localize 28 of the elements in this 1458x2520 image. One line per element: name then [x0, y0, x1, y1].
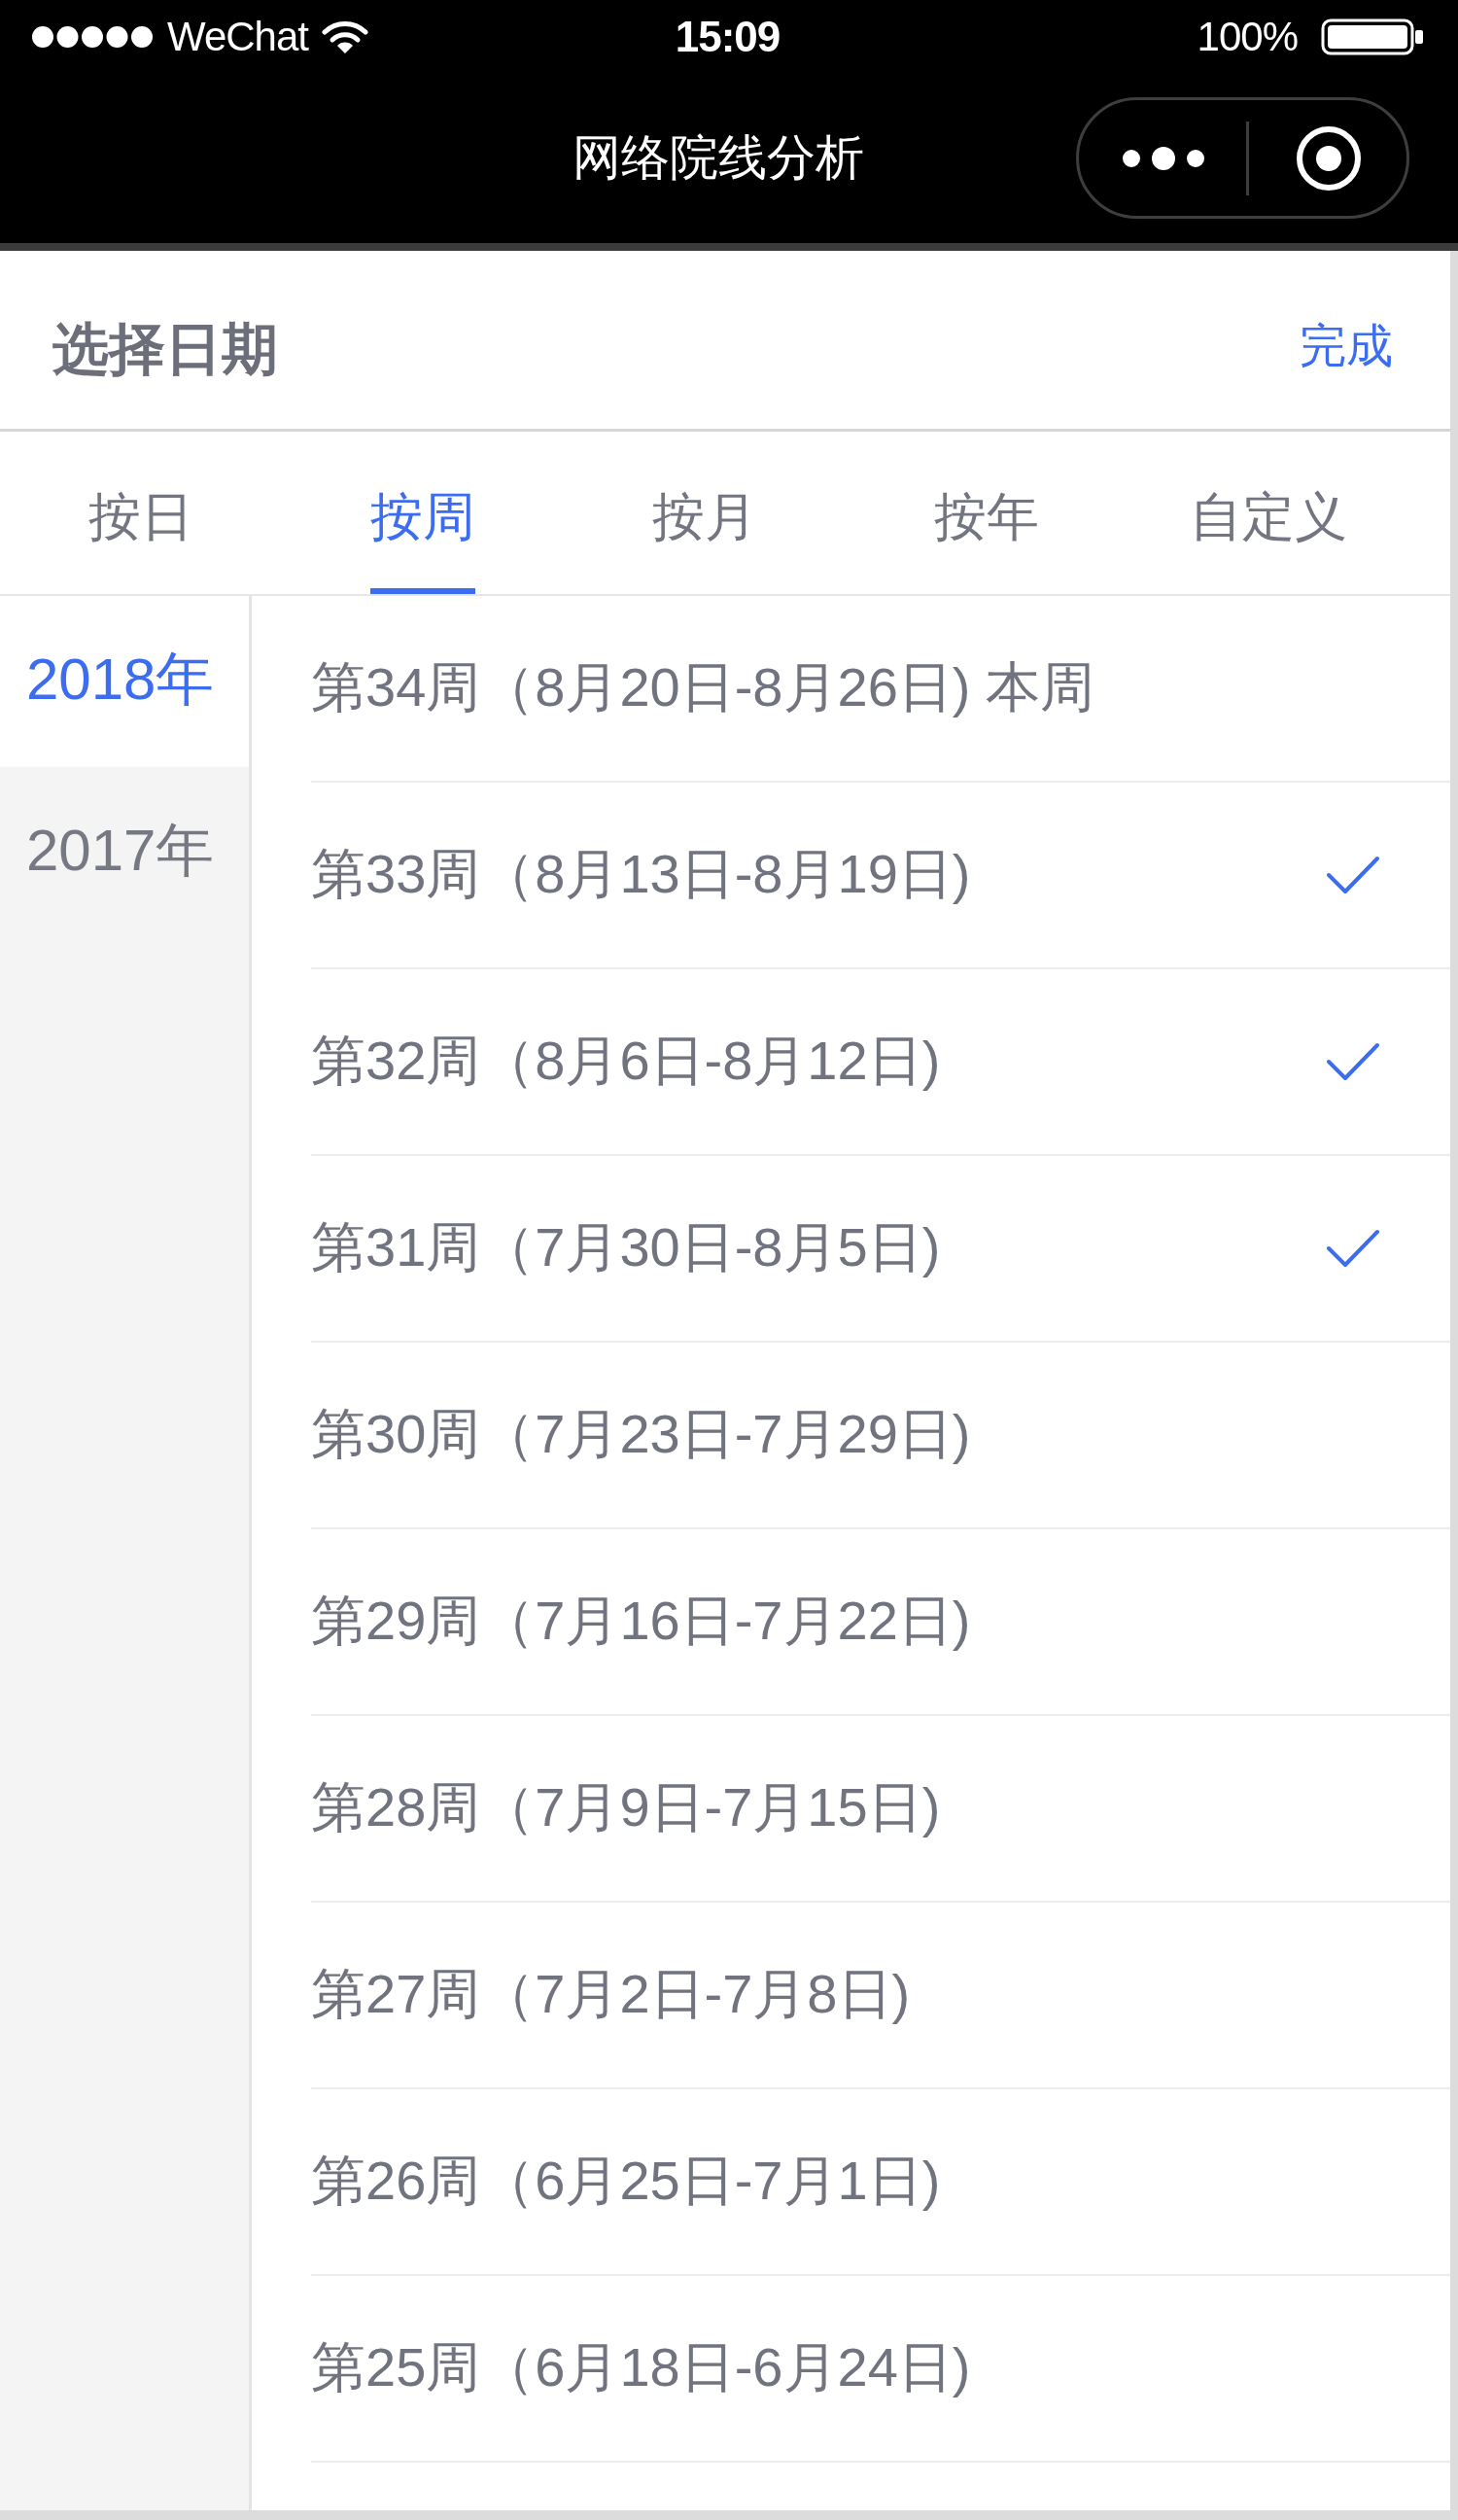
week-item[interactable]: 第30周（7月23日-7月29日)	[311, 1343, 1450, 1529]
week-item[interactable]: 第27周（7月2日-7月8日)	[311, 1903, 1450, 2089]
tab[interactable]: 按月	[652, 432, 757, 594]
week-item[interactable]: 第26周（6月25日-7月1日)	[311, 2089, 1450, 2276]
year-item[interactable]: 2017年	[0, 767, 249, 938]
year-item[interactable]: 2018年	[0, 596, 249, 767]
signal-icon	[31, 24, 154, 49]
page-title: 网络院线分析	[573, 129, 864, 187]
week-item[interactable]: 第28周（7月9日-7月15日)	[311, 1716, 1450, 1903]
tab[interactable]: 按周	[370, 432, 475, 594]
done-button[interactable]: 完成	[1300, 314, 1393, 377]
tab[interactable]: 按年	[934, 432, 1039, 594]
week-item[interactable]: 第33周（8月13日-8月19日)	[311, 783, 1450, 969]
wifi-icon	[321, 18, 368, 54]
more-icon[interactable]	[1122, 145, 1205, 171]
week-item[interactable]: 第25周（6月18日-6月24日)	[311, 2276, 1450, 2463]
week-item[interactable]: 第29周（7月16日-7月22日)	[311, 1529, 1450, 1716]
tab[interactable]: 自定义	[1190, 432, 1347, 594]
battery-percent: 100%	[1197, 13, 1298, 60]
tab[interactable]: 按日	[88, 432, 193, 594]
week-item[interactable]: 第34周（8月20日-8月26日) 本周	[311, 596, 1450, 783]
carrier-name: WeChat	[167, 13, 308, 60]
battery-icon	[1321, 18, 1424, 55]
target-icon[interactable]	[1296, 124, 1362, 192]
sheet-title: 选择日期	[52, 315, 278, 382]
clock-time: 15:09	[675, 12, 781, 61]
week-item[interactable]: 第31周（7月30日-8月5日)	[311, 1156, 1450, 1343]
week-item[interactable]: 第32周（8月6日-8月12日)	[311, 969, 1450, 1156]
